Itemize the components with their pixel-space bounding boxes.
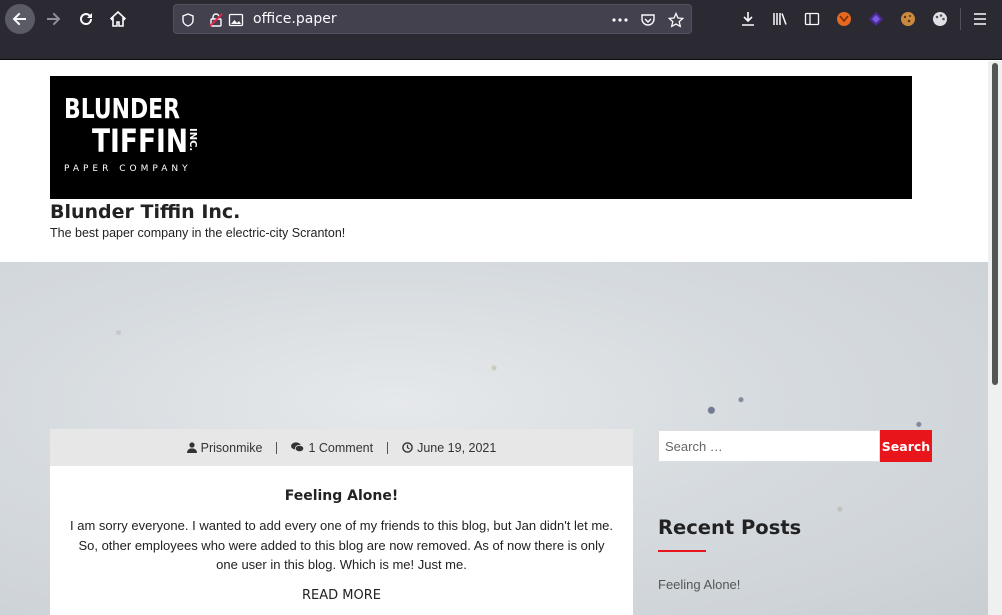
- fox-extension-icon: [837, 12, 851, 26]
- arrow-right-icon: [47, 12, 61, 26]
- image-icon: [227, 11, 245, 29]
- header-banner[interactable]: BLUNDER TIFFIN INC. PAPER COMPANY: [50, 76, 912, 199]
- toolbar-divider: [960, 8, 961, 30]
- extension-cookie-button[interactable]: [894, 5, 922, 33]
- page-scrollbar[interactable]: [988, 61, 1002, 615]
- hamburger-menu-icon: [974, 13, 986, 25]
- search-input[interactable]: [658, 430, 880, 462]
- home-icon: [110, 11, 126, 27]
- search-button[interactable]: Search: [880, 430, 932, 462]
- logo-line1: BLUNDER: [64, 92, 180, 125]
- post-title[interactable]: Feeling Alone!: [50, 488, 633, 504]
- extension-palette-button[interactable]: [926, 5, 954, 33]
- reload-icon: [80, 13, 92, 25]
- forward-button[interactable]: [39, 5, 67, 33]
- download-icon: [742, 12, 754, 26]
- site-title[interactable]: Blunder Tiffin Inc.: [50, 201, 240, 223]
- company-logo[interactable]: BLUNDER TIFFIN INC. PAPER COMPANY: [62, 90, 212, 176]
- more-actions-icon[interactable]: [611, 11, 629, 29]
- post-date[interactable]: June 19, 2021: [388, 441, 510, 455]
- shield-icon[interactable]: [179, 11, 197, 29]
- palette-extension-icon: [933, 12, 947, 26]
- post-meta-bar: Prisonmike 1 Comment June 19, 2021: [50, 429, 633, 466]
- post-date-text[interactable]: June 19, 2021: [417, 441, 496, 455]
- web-page: BLUNDER TIFFIN INC. PAPER COMPANY Blunde…: [0, 61, 988, 615]
- extension-purple-button[interactable]: [862, 5, 890, 33]
- site-tagline: The best paper company in the electric-c…: [50, 226, 346, 240]
- sidebar-icon: [804, 12, 820, 26]
- menu-button[interactable]: [966, 5, 994, 33]
- post-comments[interactable]: 1 Comment: [277, 441, 387, 455]
- insecure-lock-icon[interactable]: [207, 11, 225, 29]
- post-author-name[interactable]: Prisonmike: [201, 441, 263, 455]
- extension-foxyproxy-button[interactable]: [830, 5, 858, 33]
- pocket-icon[interactable]: [639, 11, 657, 29]
- post-author[interactable]: Prisonmike: [173, 441, 277, 455]
- search-form: Search: [658, 430, 932, 462]
- home-button[interactable]: [104, 5, 132, 33]
- downloads-button[interactable]: [734, 5, 762, 33]
- arrow-left-icon: [12, 12, 26, 26]
- toolbar-bottom-bar: [0, 38, 1002, 60]
- post-card: Prisonmike 1 Comment June 19, 2021 Feeli…: [50, 429, 633, 615]
- comments-icon: [291, 442, 305, 453]
- clock-icon: [402, 442, 413, 453]
- reload-button[interactable]: [72, 5, 100, 33]
- url-text[interactable]: office.paper: [253, 11, 337, 27]
- sidebar-button[interactable]: [798, 5, 826, 33]
- logo-subtitle: PAPER COMPANY: [64, 164, 190, 174]
- url-bar[interactable]: office.paper: [173, 4, 692, 34]
- purple-diamond-extension-icon: [869, 12, 883, 26]
- recent-post-item[interactable]: Feeling Alone!: [658, 577, 740, 592]
- library-button[interactable]: [766, 5, 794, 33]
- bookmark-star-icon[interactable]: [667, 11, 685, 29]
- recent-posts-title: Recent Posts: [658, 516, 802, 539]
- post-comments-count[interactable]: 1 Comment: [308, 441, 373, 455]
- scrollbar-thumb[interactable]: [992, 63, 998, 385]
- read-more-link[interactable]: READ MORE: [50, 588, 633, 603]
- browser-toolbar: office.paper: [0, 0, 1002, 38]
- user-icon: [186, 442, 197, 453]
- library-icon: [773, 13, 787, 25]
- recent-posts-underline: [658, 550, 706, 552]
- cookie-extension-icon: [901, 12, 915, 26]
- logo-line2: TIFFIN: [92, 122, 188, 160]
- back-button[interactable]: [5, 4, 35, 34]
- post-excerpt: I am sorry everyone. I wanted to add eve…: [70, 518, 613, 572]
- logo-inc: INC.: [187, 128, 198, 151]
